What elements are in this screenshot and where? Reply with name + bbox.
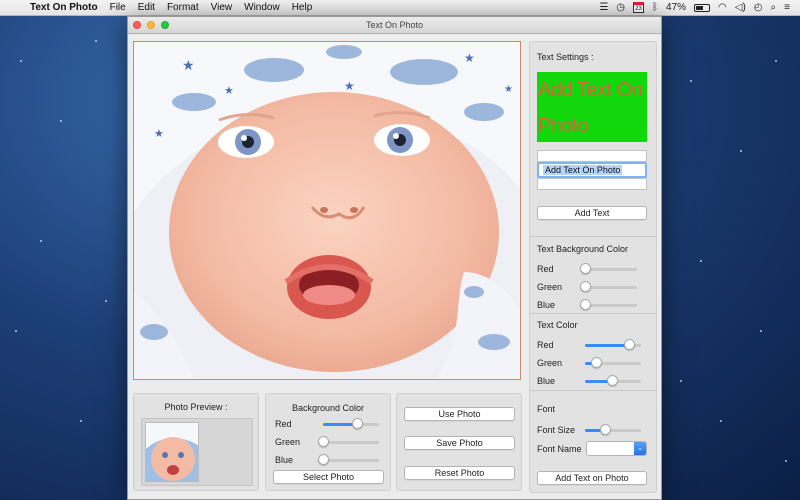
minimize-button[interactable]	[147, 21, 155, 29]
text-bg-blue-label: Blue	[537, 300, 556, 310]
text-bg-green-label: Green	[537, 282, 563, 292]
volume-icon[interactable]: ◁)	[735, 0, 746, 16]
text-input[interactable]: Add Text On Photo	[537, 162, 647, 178]
window-title: Text On Photo	[365, 20, 424, 30]
photo-thumbnail	[145, 422, 199, 482]
text-bg-blue-slider[interactable]	[580, 298, 637, 310]
text-green-label: Green	[537, 358, 563, 368]
font-name-label: Font Name	[537, 444, 582, 454]
wifi-icon[interactable]: ◠	[718, 0, 727, 16]
baby-photo-image: ★ ★ ★ ★ ★ ★	[134, 42, 520, 379]
text-bg-green-slider[interactable]	[580, 280, 637, 292]
menu-app-name[interactable]: Text On Photo	[26, 0, 104, 16]
text-preview: Add Text On Photo	[537, 72, 647, 142]
text-field-top[interactable]	[537, 150, 647, 162]
font-size-slider[interactable]	[585, 423, 641, 435]
svg-text:★: ★	[154, 128, 164, 140]
menu-edit[interactable]: Edit	[132, 0, 161, 16]
text-blue-label: Blue	[537, 376, 556, 386]
main-photo: ★ ★ ★ ★ ★ ★	[133, 41, 521, 380]
app-window: Text On Photo ★ ★ ★ ★ ★ ★ Photo Preview …	[127, 16, 662, 500]
time-machine-icon[interactable]: ◴	[754, 0, 763, 16]
bg-blue-label: Blue	[275, 455, 294, 465]
menu-window[interactable]: Window	[238, 0, 286, 16]
photo-preview-panel: Photo Preview :	[133, 393, 259, 491]
notification-center-icon[interactable]: ≡	[784, 0, 790, 16]
text-bg-red-label: Red	[537, 264, 554, 274]
text-red-slider[interactable]	[585, 338, 641, 350]
spotlight-icon[interactable]: ⌕	[771, 0, 777, 16]
add-text-button[interactable]: Add Text	[537, 206, 647, 220]
title-bar[interactable]: Text On Photo	[128, 17, 661, 34]
bg-red-slider[interactable]	[323, 417, 379, 429]
svg-text:★: ★	[182, 57, 195, 73]
bg-green-slider[interactable]	[318, 435, 379, 447]
clock-icon[interactable]: ◷	[616, 0, 625, 16]
bluetooth-icon[interactable]: ᛒ	[652, 0, 658, 16]
photo-actions-panel: Use Photo Save Photo Reset Photo	[396, 393, 522, 491]
font-name-select[interactable]: ⌄	[586, 441, 647, 456]
menu-format[interactable]: Format	[161, 0, 205, 16]
svg-text:★: ★	[504, 84, 513, 95]
text-red-label: Red	[537, 340, 554, 350]
save-photo-button[interactable]: Save Photo	[404, 436, 515, 450]
svg-text:★: ★	[344, 79, 355, 93]
menu-bar: Text On Photo File Edit Format View Wind…	[0, 0, 800, 16]
menu-help[interactable]: Help	[286, 0, 319, 16]
bg-red-label: Red	[275, 419, 292, 429]
photo-preview-title: Photo Preview :	[164, 402, 228, 412]
text-green-slider[interactable]	[585, 356, 641, 368]
bg-blue-slider[interactable]	[318, 453, 379, 465]
menu-file[interactable]: File	[104, 0, 132, 16]
text-input-value: Add Text On Photo	[543, 165, 623, 175]
text-bg-red-slider[interactable]	[580, 262, 637, 274]
close-button[interactable]	[133, 21, 141, 29]
zoom-button[interactable]	[161, 21, 169, 29]
list-icon[interactable]: ☰	[599, 0, 608, 16]
reset-photo-button[interactable]: Reset Photo	[404, 466, 515, 480]
menu-view[interactable]: View	[205, 0, 239, 16]
font-size-label: Font Size	[537, 425, 576, 435]
svg-text:★: ★	[224, 85, 234, 97]
chevron-updown-icon: ⌄	[634, 442, 646, 455]
background-color-panel: Background Color Red Green Blue Select P…	[265, 393, 391, 491]
text-blue-slider[interactable]	[585, 374, 641, 386]
text-settings-sidebar: Text Settings : Add Text On Photo Add Te…	[529, 41, 657, 493]
calendar-icon[interactable]: 23	[633, 2, 645, 13]
text-background-color-title: Text Background Color	[537, 244, 629, 254]
battery-percent: 47%	[666, 1, 687, 13]
use-photo-button[interactable]: Use Photo	[404, 407, 515, 421]
text-field-bottom[interactable]	[537, 178, 647, 190]
add-text-on-photo-button[interactable]: Add Text on Photo	[537, 471, 647, 485]
bg-green-label: Green	[275, 437, 301, 447]
background-color-title: Background Color	[291, 403, 365, 413]
battery-icon[interactable]	[694, 3, 711, 12]
text-color-title: Text Color	[537, 320, 578, 330]
svg-text:★: ★	[464, 51, 475, 65]
select-photo-button[interactable]: Select Photo	[273, 470, 384, 484]
font-title: Font	[537, 404, 556, 414]
text-settings-title: Text Settings :	[537, 52, 594, 62]
photo-preview-box	[141, 418, 253, 486]
